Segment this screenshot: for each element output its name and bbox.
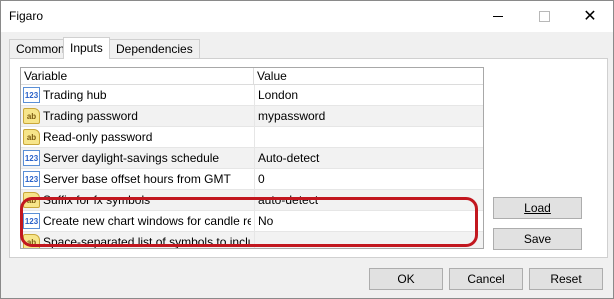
table-row[interactable]: 123 Trading hub London — [21, 85, 483, 106]
cancel-button[interactable]: Cancel — [449, 268, 523, 290]
variable-label: Trading hub — [43, 88, 107, 102]
reset-button-label: Reset — [550, 272, 582, 286]
cancel-button-label: Cancel — [467, 272, 505, 286]
numeric-type-icon: 123 — [23, 150, 40, 166]
dialog-window: Figaro ✕ Common Inputs Dependencies Vari… — [0, 0, 614, 299]
value-cell[interactable]: mypassword — [254, 106, 483, 126]
value-cell[interactable] — [254, 127, 483, 147]
value-cell[interactable] — [254, 232, 483, 248]
variable-cell: 123 Server daylight-savings schedule — [23, 148, 251, 168]
ok-button-label: OK — [397, 272, 415, 286]
close-icon: ✕ — [583, 7, 597, 25]
table-row[interactable]: 123 Server base offset hours from GMT 0 — [21, 169, 483, 190]
grid-header: Variable Value — [21, 68, 483, 85]
variable-cell: 123 Create new chart windows for candle r… — [23, 211, 251, 231]
column-divider — [253, 68, 254, 84]
variable-label: Create new chart windows for candle req.… — [43, 214, 251, 228]
variable-cell: ab Read-only password — [23, 127, 251, 147]
tab-inputs[interactable]: Inputs — [63, 37, 110, 59]
string-type-icon: ab — [23, 129, 40, 145]
column-header-variable[interactable]: Variable — [24, 69, 67, 83]
numeric-type-icon: 123 — [23, 87, 40, 103]
value-cell[interactable]: No — [254, 211, 483, 231]
window-title: Figaro — [9, 9, 44, 23]
table-row[interactable]: ab Space-separated list of symbols to inc… — [21, 232, 483, 249]
variable-label: Space-separated list of symbols to inclu… — [43, 235, 251, 249]
numeric-type-icon: 123 — [23, 213, 40, 229]
table-row[interactable]: ab Read-only password — [21, 127, 483, 148]
variable-cell: 123 Server base offset hours from GMT — [23, 169, 251, 189]
variable-cell: ab Suffix for fx symbols — [23, 190, 251, 210]
table-row[interactable]: ab Trading password mypassword — [21, 106, 483, 127]
value-cell[interactable]: auto-detect — [254, 190, 483, 210]
load-button[interactable]: Load — [493, 197, 582, 219]
value-cell[interactable]: London — [254, 85, 483, 105]
value-cell[interactable]: Auto-detect — [254, 148, 483, 168]
minimize-icon — [493, 16, 503, 17]
column-header-value[interactable]: Value — [257, 69, 287, 83]
variable-cell: ab Space-separated list of symbols to inc… — [23, 232, 251, 249]
table-row[interactable]: 123 Create new chart windows for candle r… — [21, 211, 483, 232]
variable-label: Server daylight-savings schedule — [43, 151, 220, 165]
variable-cell: ab Trading password — [23, 106, 251, 126]
table-row[interactable]: 123 Server daylight-savings schedule Auto… — [21, 148, 483, 169]
string-type-icon: ab — [23, 108, 40, 124]
variable-label: Suffix for fx symbols — [43, 193, 151, 207]
load-button-label: Load — [524, 201, 551, 215]
reset-button[interactable]: Reset — [529, 268, 603, 290]
string-type-icon: ab — [23, 234, 40, 248]
close-button[interactable]: ✕ — [567, 1, 613, 32]
table-row[interactable]: ab Suffix for fx symbols auto-detect — [21, 190, 483, 211]
variable-label: Server base offset hours from GMT — [43, 172, 231, 186]
variable-label: Read-only password — [43, 130, 153, 144]
tab-dependencies[interactable]: Dependencies — [109, 39, 200, 58]
variable-cell: 123 Trading hub — [23, 85, 251, 105]
minimize-button[interactable] — [475, 1, 521, 32]
save-button-label: Save — [523, 232, 552, 246]
value-cell[interactable]: 0 — [254, 169, 483, 189]
inputs-grid[interactable]: Variable Value 123 Trading hub London ab T… — [20, 67, 484, 249]
maximize-icon — [538, 11, 550, 22]
title-bar: Figaro ✕ — [1, 1, 613, 32]
variable-label: Trading password — [43, 109, 138, 123]
string-type-icon: ab — [23, 192, 40, 208]
numeric-type-icon: 123 — [23, 171, 40, 187]
ok-button[interactable]: OK — [369, 268, 443, 290]
maximize-button[interactable] — [521, 1, 567, 32]
save-button[interactable]: Save — [493, 228, 582, 250]
